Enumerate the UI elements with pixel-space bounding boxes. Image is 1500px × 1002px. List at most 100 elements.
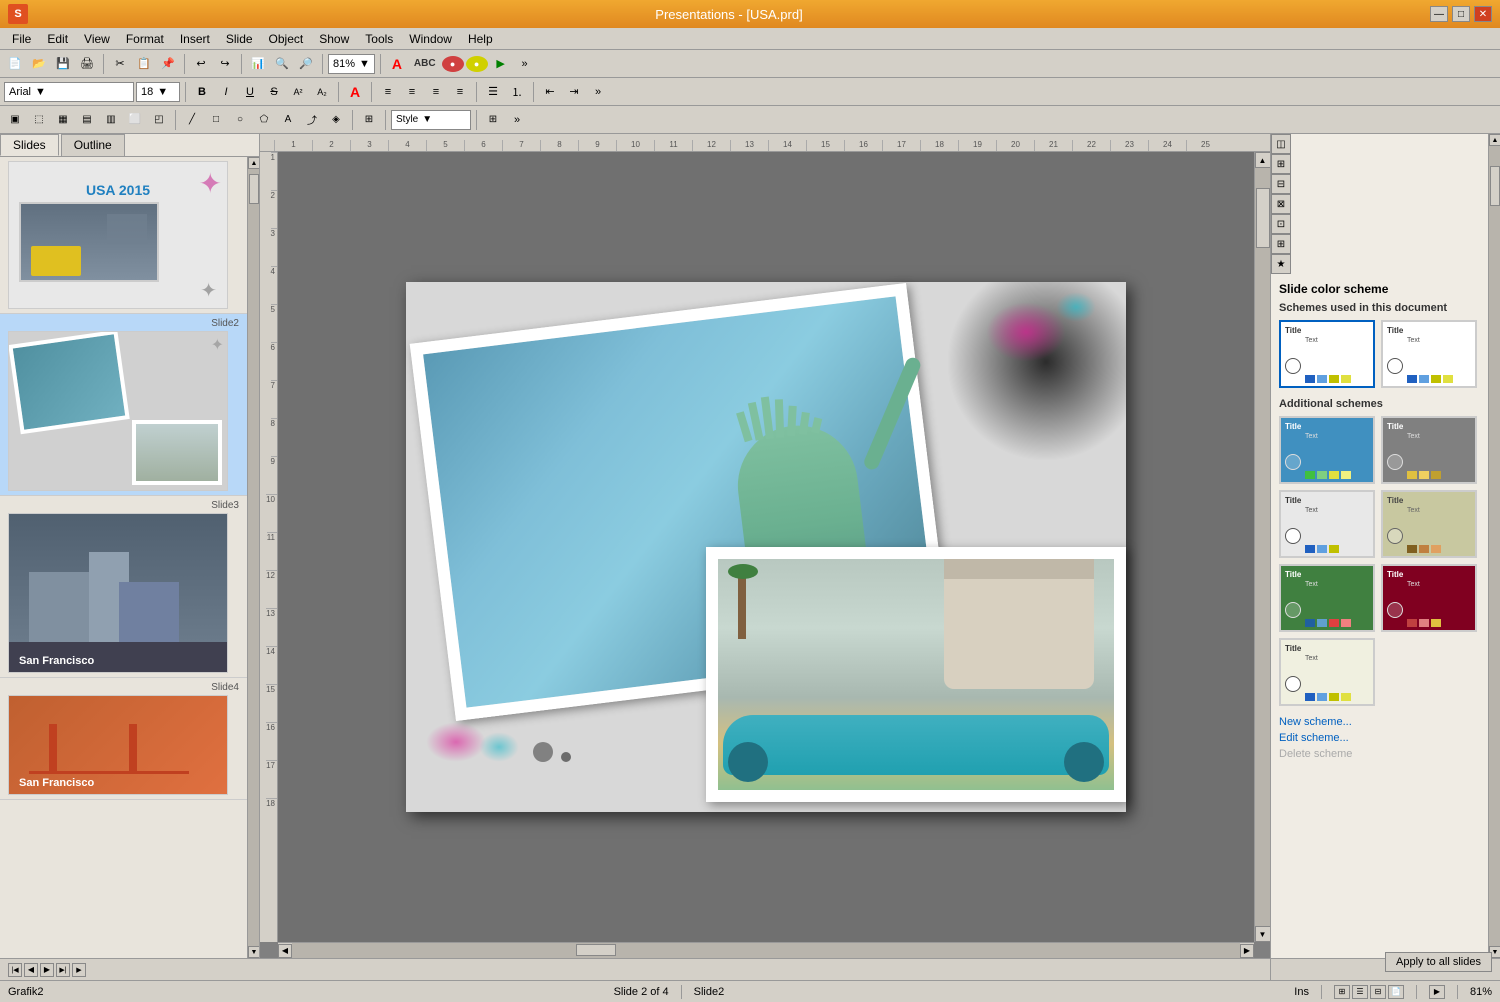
panel-icon-7[interactable]: ★ (1271, 254, 1291, 274)
tb-btn1[interactable]: ● (442, 56, 464, 72)
new-scheme-link[interactable]: New scheme... (1279, 716, 1480, 728)
grid-button[interactable]: ⊞ (482, 109, 504, 131)
scheme-darkgray[interactable]: Title Text (1381, 416, 1477, 484)
view-notes[interactable]: 📄 (1388, 985, 1404, 999)
bold-button[interactable]: B (191, 81, 213, 103)
scheme-tan[interactable]: Title Text (1381, 490, 1477, 558)
slide-item-3[interactable]: Slide3 San Francisco (0, 496, 247, 678)
save-button[interactable]: 💾 (52, 53, 74, 75)
poly-tool[interactable]: ⬠ (253, 109, 275, 131)
cut-button[interactable]: ✂ (109, 53, 131, 75)
more-button[interactable]: » (514, 53, 536, 75)
scheme-light[interactable]: Title Text (1279, 490, 1375, 558)
superscript-button[interactable]: A² (287, 81, 309, 103)
paste-button[interactable]: 📌 (157, 53, 179, 75)
slide-canvas[interactable] (278, 152, 1254, 942)
bullets-button[interactable]: ☰ (482, 81, 504, 103)
minimize-button[interactable]: — (1430, 6, 1448, 22)
align-center-button[interactable]: ≡ (401, 81, 423, 103)
print-button[interactable]: 🖨 (76, 53, 98, 75)
align-right-button[interactable]: ≡ (425, 81, 447, 103)
strikethrough-button[interactable]: S (263, 81, 285, 103)
rect-tool[interactable]: □ (205, 109, 227, 131)
photo-beach[interactable] (706, 547, 1126, 802)
tab-outline[interactable]: Outline (61, 134, 125, 156)
subscript-button[interactable]: A₂ (311, 81, 333, 103)
spellcheck-button[interactable]: ABC (410, 53, 440, 75)
new-button[interactable]: 📄 (4, 53, 26, 75)
insert-chart-button[interactable]: 📊 (247, 53, 269, 75)
vscroll-up[interactable]: ▲ (1255, 152, 1271, 168)
apply-to-slides-button[interactable]: Apply to all slides (1385, 952, 1492, 972)
hscroll-right[interactable]: ▶ (1240, 944, 1254, 958)
scheme-green[interactable]: Title Text (1279, 564, 1375, 632)
find-button[interactable]: 🔎 (295, 53, 317, 75)
draw-more[interactable]: ◈ (325, 109, 347, 131)
scheme-used-1[interactable]: Title Text (1279, 320, 1375, 388)
vscroll-thumb[interactable] (1256, 188, 1270, 248)
indent-more-button[interactable]: ⇥ (563, 81, 585, 103)
indent-less-button[interactable]: ⇤ (539, 81, 561, 103)
view-normal[interactable]: ⊞ (1334, 985, 1350, 999)
menu-tools[interactable]: Tools (357, 30, 401, 48)
style-dropdown[interactable]: Style▼ (391, 110, 471, 130)
draw-btn2[interactable]: ▦ (52, 109, 74, 131)
rps-up[interactable]: ▲ (1489, 134, 1500, 146)
open-button[interactable]: 📂 (28, 53, 50, 75)
menu-window[interactable]: Window (401, 30, 460, 48)
panel-icon-2[interactable]: ⊞ (1271, 154, 1291, 174)
menu-format[interactable]: Format (118, 30, 172, 48)
slide-item-2[interactable]: Slide2 ✦ (0, 314, 247, 496)
redo-button[interactable]: ↪ (214, 53, 236, 75)
play-show[interactable]: ▶ (72, 963, 86, 977)
tab-slides[interactable]: Slides (0, 134, 59, 156)
undo-button[interactable]: ↩ (190, 53, 212, 75)
line-tool[interactable]: ╱ (181, 109, 203, 131)
nav-next[interactable]: ▶ (40, 963, 54, 977)
panel-icon-5[interactable]: ⊡ (1271, 214, 1291, 234)
menu-object[interactable]: Object (261, 30, 312, 48)
status-play[interactable]: ▶ (1429, 985, 1445, 999)
slide-scroll-up[interactable]: ▲ (248, 157, 259, 169)
slide-item-4[interactable]: Slide4 San Francisco (0, 678, 247, 800)
edit-scheme-link[interactable]: Edit scheme... (1279, 732, 1480, 744)
draw-select[interactable]: ▣ (4, 109, 26, 131)
draw-btn1[interactable]: ⬚ (28, 109, 50, 131)
more-draw-button[interactable]: » (506, 109, 528, 131)
maximize-button[interactable]: □ (1452, 6, 1470, 22)
align-left-button[interactable]: ≡ (377, 81, 399, 103)
connector-tool[interactable]: ⤴ (301, 109, 323, 131)
text-button[interactable]: A (386, 53, 408, 75)
justify-button[interactable]: ≡ (449, 81, 471, 103)
menu-file[interactable]: File (4, 30, 39, 48)
size-dropdown[interactable]: 18 ▼ (136, 82, 180, 102)
scheme-used-2[interactable]: Title Text (1381, 320, 1477, 388)
menu-insert[interactable]: Insert (172, 30, 218, 48)
hscroll-thumb[interactable] (576, 944, 616, 956)
panel-icon-1[interactable]: ◫ (1271, 134, 1291, 154)
slide-item-1[interactable]: USA 2015 ✦ ✦ (0, 157, 247, 314)
font-color-button[interactable]: A (344, 81, 366, 103)
panel-icon-3[interactable]: ⊟ (1271, 174, 1291, 194)
scheme-blue[interactable]: Title Text (1279, 416, 1375, 484)
more-fmt-button[interactable]: » (587, 81, 609, 103)
oval-tool[interactable]: ○ (229, 109, 251, 131)
rps-thumb[interactable] (1490, 166, 1500, 206)
view-slide-sort[interactable]: ⊟ (1370, 985, 1386, 999)
menu-edit[interactable]: Edit (39, 30, 76, 48)
draw-btn6[interactable]: ◰ (148, 109, 170, 131)
hscroll-left[interactable]: ◀ (278, 944, 292, 958)
copy-button[interactable]: 📋 (133, 53, 155, 75)
slide-scroll-down[interactable]: ▼ (248, 946, 259, 958)
play-button[interactable]: ▶ (490, 53, 512, 75)
draw-btn5[interactable]: ⬜ (124, 109, 146, 131)
nav-last[interactable]: ▶| (56, 963, 70, 977)
panel-icon-6[interactable]: ⊞ (1271, 234, 1291, 254)
numbering-button[interactable]: ⒈ (506, 81, 528, 103)
view-outline[interactable]: ☰ (1352, 985, 1368, 999)
font-dropdown[interactable]: Arial ▼ (4, 82, 134, 102)
scheme-light2[interactable]: Title Text (1279, 638, 1375, 706)
draw-btn4[interactable]: ▥ (100, 109, 122, 131)
slide-scroll-thumb[interactable] (249, 174, 259, 204)
draw-btn3[interactable]: ▤ (76, 109, 98, 131)
